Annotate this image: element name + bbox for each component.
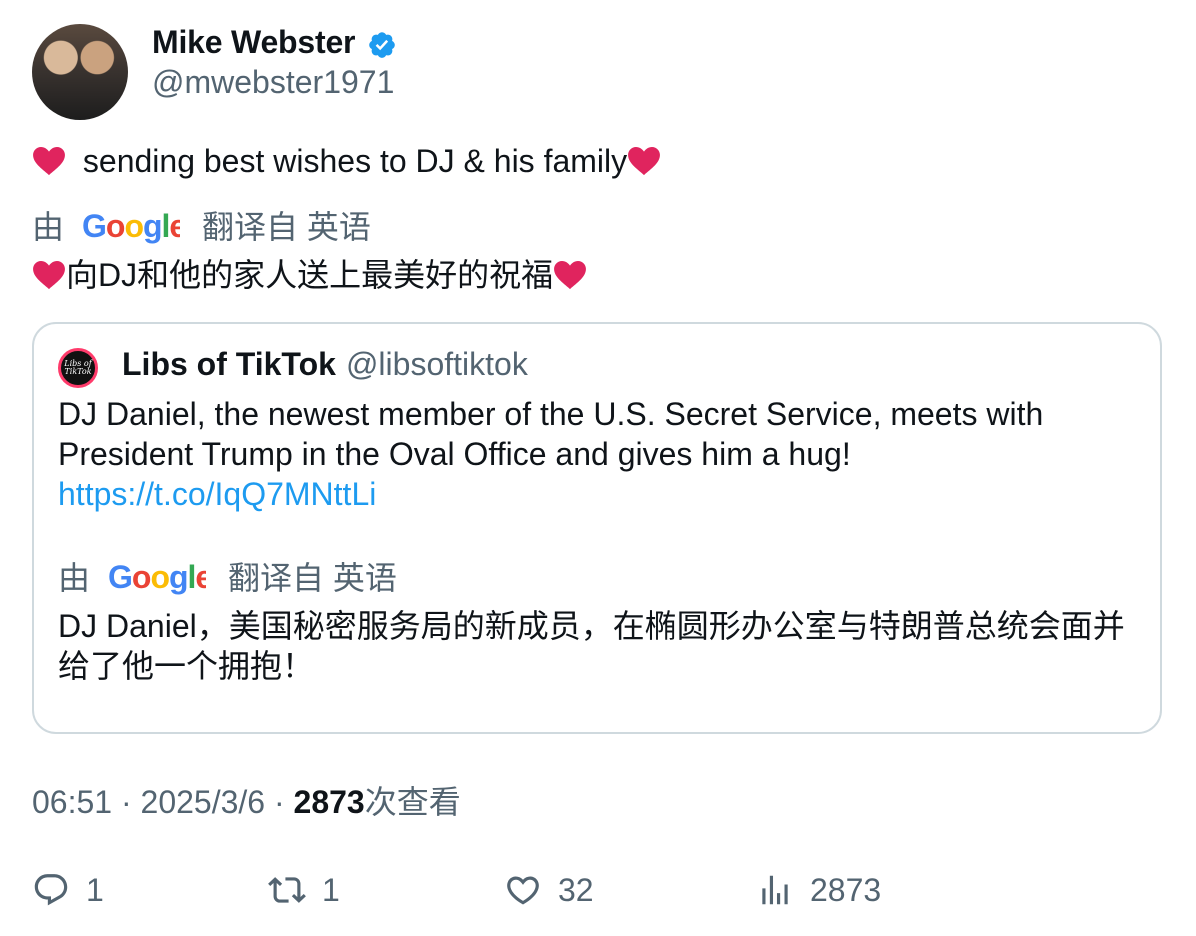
svg-text:Google: Google [108, 561, 206, 595]
meta-separator: · [265, 784, 294, 820]
tweet-meta: 06:51 · 2025/3/6 · 2873次查看 [32, 782, 461, 822]
tweet-date[interactable]: 2025/3/6 [141, 784, 266, 820]
author-display-name[interactable]: Mike Webster [152, 22, 356, 62]
views-count: 2873 [810, 872, 882, 908]
reply-count: 1 [86, 872, 104, 908]
repost-icon [268, 877, 306, 903]
quoted-author-header[interactable]: Libs of TikTok @libsoftiktok [122, 344, 528, 384]
quoted-translated-from-label: 翻译自 英语 [228, 560, 397, 596]
quoted-author-avatar[interactable]: Libs of TikTok [58, 348, 98, 388]
reply-button[interactable]: 1 [32, 870, 104, 910]
view-count: 2873 [293, 784, 365, 820]
reply-icon [34, 874, 68, 906]
tweet-text: sending best wishes to DJ & his family [32, 141, 661, 181]
views-bar-chart-icon [762, 875, 788, 905]
translated-by-label: 由 [32, 209, 65, 245]
like-button[interactable]: 32 [504, 870, 594, 910]
quoted-translated-by-label: 由 [58, 560, 91, 596]
translated-tweet-body: 向DJ和他的家人送上最美好的祝福 [66, 257, 554, 293]
meta-separator: · [112, 784, 141, 820]
verified-badge-icon [369, 32, 395, 58]
views-button[interactable]: 2873 [756, 870, 881, 910]
quoted-translation-attribution: 由 Google 翻译自 英语 [58, 558, 397, 598]
heart-emoji-icon [554, 260, 587, 290]
quoted-translated-text: DJ Daniel，美国秘密服务局的新成员，在椭圆形办公室与特朗普总统会面并给了… [58, 608, 1125, 684]
tweet-text-body: sending best wishes to DJ & his family [82, 143, 628, 179]
translated-from-label: 翻译自 英语 [202, 209, 371, 245]
heart-emoji-icon [33, 260, 65, 290]
heart-emoji-icon [33, 146, 65, 176]
quoted-author-display-name[interactable]: Libs of TikTok [122, 346, 336, 382]
quoted-tweet-link[interactable]: https://t.co/IqQ7MNttLi [58, 474, 376, 514]
translation-attribution: 由 Google 翻译自 英语 [32, 207, 371, 247]
author-handle[interactable]: @mwebster1971 [152, 62, 394, 102]
like-count: 32 [558, 872, 594, 908]
quoted-tweet-text: DJ Daniel, the newest member of the U.S.… [58, 396, 1044, 472]
google-logo-icon: Google [108, 561, 206, 595]
tweet-time[interactable]: 06:51 [32, 784, 112, 820]
view-count-label: 次查看 [364, 784, 461, 820]
svg-text:Google: Google [82, 210, 180, 244]
repost-button[interactable]: 1 [268, 870, 340, 910]
like-heart-icon [507, 876, 539, 905]
quoted-tweet-card[interactable]: Libs of TikTok Libs of TikTok @libsoftikt… [32, 322, 1162, 734]
translated-tweet-text: 向DJ和他的家人送上最美好的祝福 [32, 255, 587, 295]
quoted-avatar-logo-text: Libs of TikTok [64, 359, 92, 376]
heart-emoji-icon [628, 146, 661, 176]
google-logo-icon: Google [82, 210, 180, 244]
quoted-author-handle[interactable]: @libsoftiktok [346, 346, 528, 382]
repost-count: 1 [322, 872, 340, 908]
author-avatar[interactable] [32, 24, 128, 120]
